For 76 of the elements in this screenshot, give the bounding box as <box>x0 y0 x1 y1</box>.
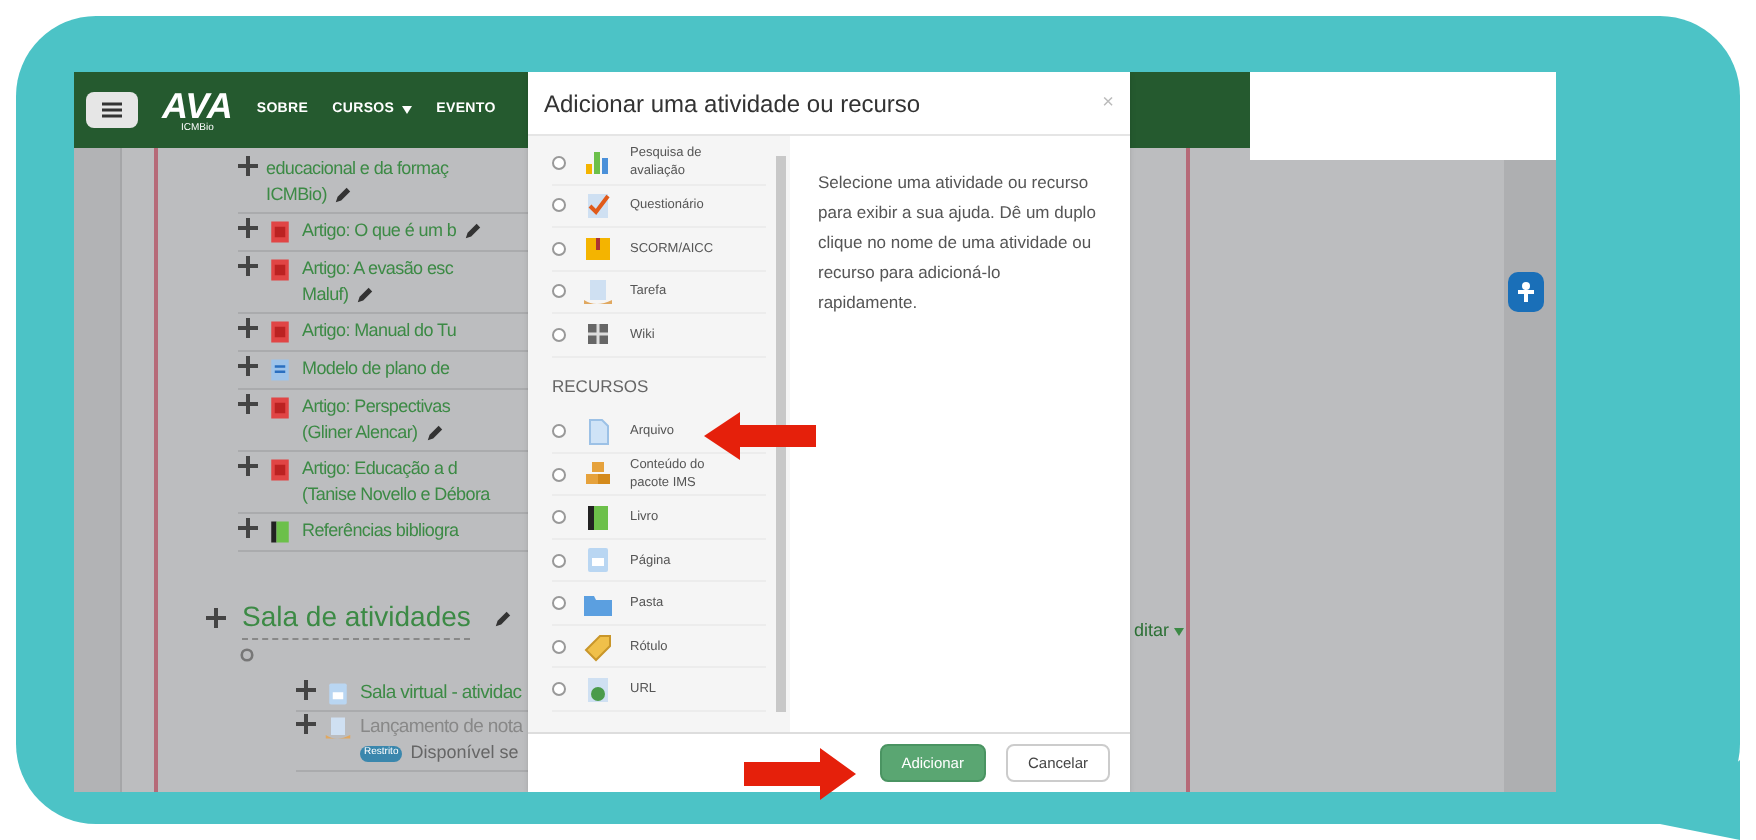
book-icon <box>266 518 294 546</box>
book-icon <box>582 501 614 533</box>
radio-button[interactable] <box>552 424 566 438</box>
edit-menu-link[interactable]: ditar <box>1134 618 1184 645</box>
menu-icon <box>102 102 122 118</box>
right-arrow-icon <box>744 748 856 800</box>
close-button[interactable]: × <box>1102 88 1114 118</box>
pencil-icon[interactable] <box>425 424 444 442</box>
page-icon <box>324 680 352 708</box>
radio-button[interactable] <box>552 553 566 567</box>
pdf-file-icon <box>266 318 294 346</box>
boxes-icon <box>582 458 614 490</box>
radio-button[interactable] <box>552 155 566 170</box>
activity-link[interactable]: Sala virtual - atividac <box>360 680 522 706</box>
radio-button[interactable] <box>552 596 566 610</box>
checkmark-icon <box>582 189 614 222</box>
logo-text: AVA <box>162 87 233 123</box>
move-icon[interactable] <box>238 318 258 338</box>
pdf-file-icon <box>266 456 294 484</box>
speech-bubble-tail <box>1660 760 1740 840</box>
caret-icon <box>402 106 413 114</box>
left-arrow-icon <box>704 412 816 460</box>
course-item-link[interactable]: Maluf) <box>302 282 349 308</box>
radio-button[interactable] <box>552 198 566 213</box>
course-item-link[interactable]: educacional e da formaç <box>266 156 449 182</box>
pencil-icon[interactable] <box>334 186 353 204</box>
radio-button[interactable] <box>552 639 566 653</box>
document-icon <box>266 356 294 384</box>
move-icon[interactable] <box>238 156 258 176</box>
move-icon[interactable] <box>238 518 258 538</box>
scrollbar[interactable] <box>776 156 786 712</box>
group-heading: RECURSOS <box>552 373 651 399</box>
page-icon <box>582 544 614 576</box>
move-icon[interactable] <box>296 714 316 734</box>
radio-button[interactable] <box>552 241 566 256</box>
section-title: Sala de atividades <box>242 596 471 640</box>
course-item-link[interactable]: ICMBio) <box>266 182 327 208</box>
pencil-icon[interactable] <box>464 222 483 240</box>
move-icon[interactable] <box>206 608 226 628</box>
paper-hand-icon <box>324 714 352 742</box>
pdf-file-icon <box>266 218 294 246</box>
move-icon[interactable] <box>238 356 258 376</box>
move-icon[interactable] <box>238 456 258 476</box>
radio-button[interactable] <box>552 510 566 524</box>
paper-hand-icon <box>582 275 614 308</box>
radio-button[interactable] <box>552 682 566 696</box>
move-icon[interactable] <box>238 256 258 276</box>
accessibility-icon[interactable] <box>1508 272 1544 312</box>
radio-button[interactable] <box>552 327 566 342</box>
move-icon[interactable] <box>238 394 258 414</box>
course-item-link[interactable]: (Gliner Alencar) <box>302 420 418 446</box>
pdf-file-icon <box>266 256 294 284</box>
availability-note: Disponível se <box>410 740 519 766</box>
course-item-link[interactable]: Artigo: O que é um b <box>302 218 457 244</box>
globe-page-icon <box>582 673 614 705</box>
tag-icon <box>582 630 614 662</box>
radio-button[interactable] <box>552 284 566 299</box>
course-item-link[interactable]: Modelo de plano de <box>302 356 450 382</box>
bar-chart-icon <box>582 146 614 179</box>
course-item-link[interactable]: Artigo: A evasão esc <box>302 256 454 282</box>
modal-title: Adicionar uma atividade ou recurso <box>544 87 921 121</box>
course-item-link[interactable]: Artigo: Perspectivas <box>302 394 451 420</box>
pencil-icon[interactable] <box>356 286 375 304</box>
course-item-link[interactable]: (Tanise Novello e Débora <box>302 482 490 508</box>
course-item-link[interactable]: Referências bibliogra <box>302 518 459 544</box>
package-icon <box>582 232 614 265</box>
menu-button[interactable] <box>86 92 138 128</box>
move-icon[interactable] <box>296 680 316 700</box>
course-item-link[interactable]: Artigo: Educação a d <box>302 456 458 482</box>
course-item-link[interactable]: Artigo: Manual do Tu <box>302 318 457 344</box>
caret-icon <box>1173 627 1184 636</box>
help-text: Selecione uma atividade ou recurso para exibir a sua ajuda. Dê um duplo clique no nome de uma atividade ou recurso para adicioná-lo rapidamente. <box>816 170 1098 316</box>
move-icon[interactable] <box>238 218 258 238</box>
pdf-file-icon <box>266 394 294 422</box>
radio-button[interactable] <box>552 467 566 481</box>
pencil-icon[interactable] <box>494 609 513 627</box>
